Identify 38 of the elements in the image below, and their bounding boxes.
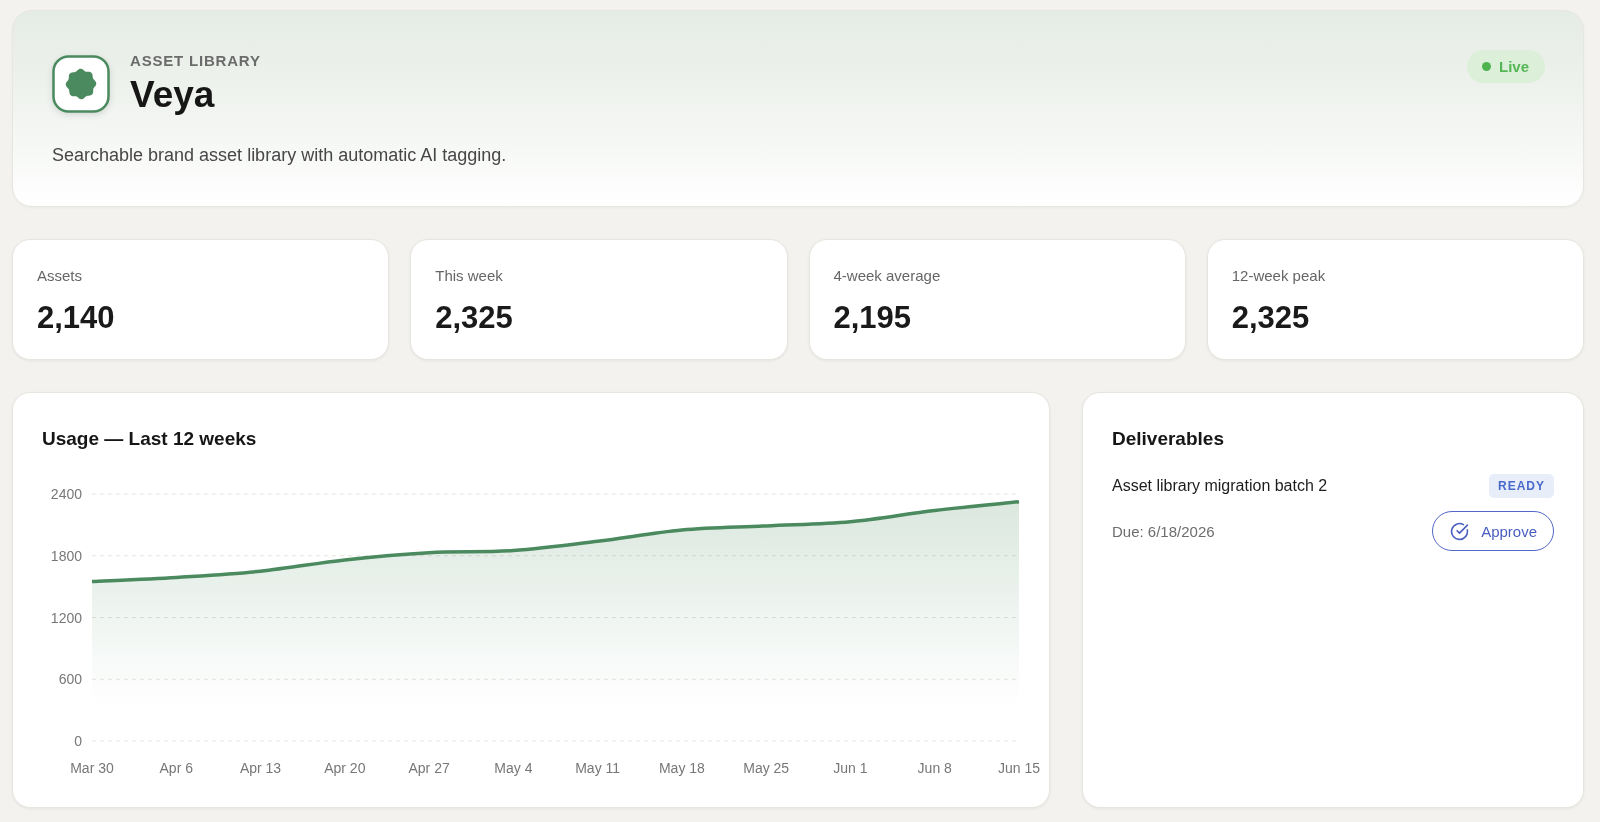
x-axis-label: Apr 20 xyxy=(324,760,366,776)
status-dot-icon xyxy=(1482,62,1491,71)
section-eyebrow: ASSET LIBRARY xyxy=(130,51,261,71)
due-date: Due: 6/18/2026 xyxy=(1112,522,1215,540)
y-axis-label: 1800 xyxy=(50,547,82,564)
app-title: Veya xyxy=(130,73,216,117)
y-axis-label: 1200 xyxy=(50,609,82,626)
stat-label: Assets xyxy=(37,266,83,286)
y-axis-label: 600 xyxy=(58,671,82,688)
stat-value: 2,195 xyxy=(833,299,913,337)
x-axis-label: May 18 xyxy=(658,760,705,776)
stat-label: 12-week peak xyxy=(1231,266,1327,286)
x-axis-label: Mar 30 xyxy=(70,760,114,776)
check-circle-icon xyxy=(1450,521,1470,541)
logo-icon xyxy=(52,55,110,113)
y-axis-label: 0 xyxy=(74,733,82,749)
stat-value: 2,140 xyxy=(37,299,116,337)
approve-button[interactable]: Approve xyxy=(1432,511,1554,551)
status-badge: READY xyxy=(1489,474,1554,498)
stat-label: 4-week average xyxy=(833,266,942,286)
x-axis-label: May 11 xyxy=(575,760,621,776)
y-axis-label: 2400 xyxy=(50,486,82,502)
x-axis-label: Jun 15 xyxy=(998,760,1040,776)
card-title: Deliverables xyxy=(1112,427,1225,451)
deliverable-name: Asset library migration batch 2 xyxy=(1112,476,1328,496)
stat-value: 2,325 xyxy=(435,299,514,337)
app-description: Searchable brand asset library with automatic AI tagging. xyxy=(52,144,508,167)
x-axis-label: Apr 27 xyxy=(408,760,450,776)
x-axis-label: May 4 xyxy=(494,760,533,776)
chart-title: Usage — Last 12 weeks xyxy=(42,427,258,451)
x-axis-label: May 25 xyxy=(743,760,790,776)
x-axis-label: Jun 8 xyxy=(917,760,952,776)
stat-value: 2,325 xyxy=(1231,299,1311,337)
status-label: Live xyxy=(1499,58,1529,75)
stat-label: This week xyxy=(435,266,504,286)
x-axis-label: Apr 13 xyxy=(239,760,282,776)
x-axis-label: Apr 6 xyxy=(159,760,193,776)
x-axis-label: Jun 1 xyxy=(833,760,868,776)
